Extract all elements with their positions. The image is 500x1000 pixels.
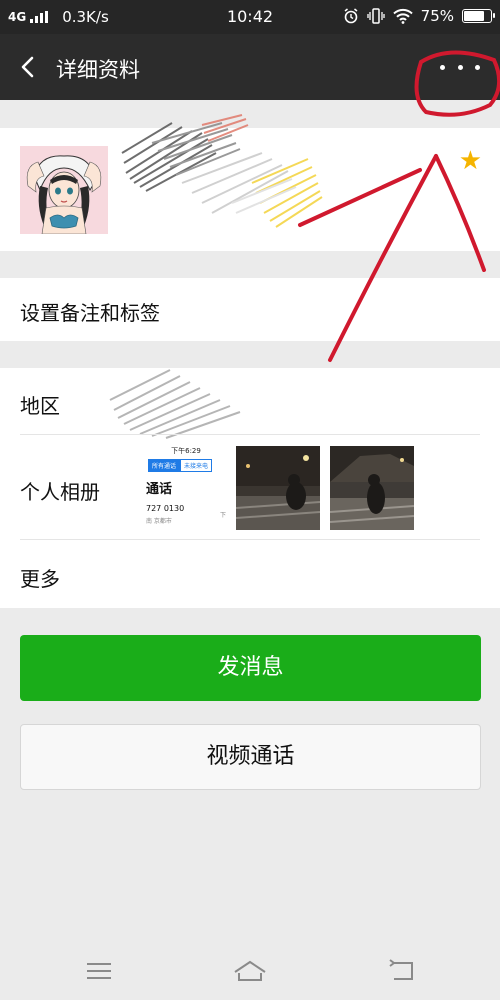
- album-photo-2[interactable]: [236, 446, 320, 530]
- remark-tags-row[interactable]: 设置备注和标签: [0, 278, 500, 341]
- home-icon[interactable]: [233, 958, 267, 984]
- album-photo-1[interactable]: 下午6:29 所有通话 未接来电 通话 727 0130 南 京都市 下: [144, 446, 228, 530]
- alarm-icon: [344, 8, 358, 24]
- profile-card[interactable]: ★: [0, 114, 500, 251]
- system-nav-bar: [0, 940, 500, 1000]
- menu-icon[interactable]: [82, 958, 116, 984]
- title-bar: 详细资料: [0, 34, 500, 100]
- remark-tags-label: 设置备注和标签: [20, 301, 160, 325]
- album-label: 个人相册: [20, 480, 100, 504]
- thumb-location: 南 京都市: [146, 518, 172, 525]
- battery-fill: [464, 11, 484, 21]
- thumb-tabs: 所有通话 未接来电: [148, 459, 213, 472]
- battery-icon: [462, 9, 495, 23]
- thumb-time: 下午6:29: [171, 447, 201, 455]
- thumb-side-mark: 下: [219, 512, 226, 519]
- thumb-tab-missed: 未接来电: [180, 459, 213, 472]
- page-title: 详细资料: [56, 58, 140, 82]
- divider: [20, 434, 480, 435]
- divider: [20, 539, 480, 540]
- battery-percent: 75%: [420, 7, 454, 25]
- avatar-illustration: [20, 146, 108, 234]
- more-dots-icon[interactable]: [440, 52, 480, 82]
- region-redaction-scribble: [109, 369, 241, 439]
- thumb-heading: 通话: [146, 482, 173, 497]
- chevron-left-icon[interactable]: [14, 52, 44, 82]
- redaction-scribble: [121, 114, 323, 228]
- status-bar: 4G 0.3K/s 10:42 75%: [0, 0, 500, 34]
- night-photo: [330, 446, 414, 530]
- vibrate-icon: [367, 8, 385, 24]
- wifi-icon: [392, 8, 413, 24]
- video-call-button[interactable]: 视频通话: [20, 724, 481, 790]
- star-icon: ★: [458, 146, 482, 176]
- thumb-number: 727 0130: [146, 504, 185, 513]
- avatar[interactable]: [20, 146, 108, 234]
- status-right: 75%: [343, 7, 495, 25]
- album-photo-3[interactable]: [330, 446, 414, 530]
- region-label: 地区: [20, 394, 60, 418]
- more-label: 更多: [20, 567, 60, 591]
- night-photo: [236, 446, 320, 530]
- back-nav-icon[interactable]: [386, 958, 420, 984]
- send-message-button[interactable]: 发消息: [20, 635, 481, 701]
- thumb-tab-all: 所有通话: [148, 459, 181, 472]
